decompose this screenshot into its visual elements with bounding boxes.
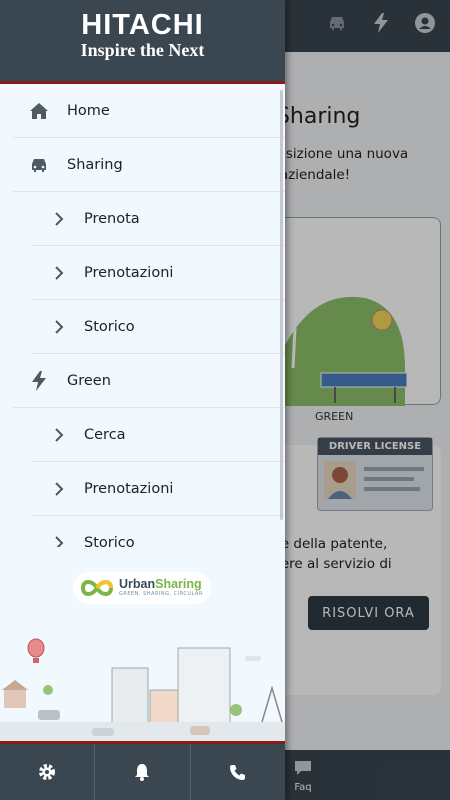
menu-label: Sharing [67, 156, 123, 173]
drawer-bottom-bar [0, 744, 285, 800]
menu-label: Prenota [84, 210, 140, 227]
brand-logo: HITACHI [81, 9, 204, 41]
menu-item-green[interactable]: Green [13, 354, 285, 408]
menu-label: Cerca [84, 426, 126, 443]
menu-label: Storico [84, 534, 135, 548]
infinity-logo-icon [80, 580, 114, 596]
menu-label: Prenotazioni [84, 480, 174, 497]
chevron-right-icon [50, 423, 68, 447]
menu-item-green-storico[interactable]: Storico [32, 516, 285, 547]
menu-label: Home [67, 102, 110, 119]
phone-icon [230, 764, 246, 780]
car-icon [27, 153, 51, 177]
bell-icon [135, 764, 150, 781]
menu-scrollbar[interactable] [280, 90, 283, 520]
menu-item-storico[interactable]: Storico [32, 300, 285, 354]
notifications-button[interactable] [95, 744, 191, 800]
chevron-right-icon [50, 207, 68, 231]
gear-icon [39, 764, 56, 780]
brand-tagline: Inspire the Next [80, 40, 205, 60]
chevron-right-icon [50, 261, 68, 285]
logo-subtitle: GREEN, SHARING, CIRCULAR [119, 591, 203, 597]
menu-item-prenota[interactable]: Prenota [32, 192, 285, 246]
urbansharing-logo: UrbanSharing GREEN, SHARING, CIRCULAR [73, 572, 211, 604]
city-illustration [0, 638, 285, 742]
chevron-right-icon [50, 477, 68, 501]
home-icon [27, 99, 51, 123]
menu-label: Storico [84, 318, 135, 335]
drawer-header: HITACHI Inspire the Next [0, 0, 285, 84]
menu-label: Prenotazioni [84, 264, 174, 281]
chevron-right-icon [50, 315, 68, 339]
lightning-icon [27, 369, 51, 393]
menu-item-prenotazioni[interactable]: Prenotazioni [32, 246, 285, 300]
menu-item-green-prenotazioni[interactable]: Prenotazioni [32, 462, 285, 516]
logo-wordmark: UrbanSharing [119, 577, 202, 591]
call-button[interactable] [191, 744, 285, 800]
menu-label: Green [67, 372, 111, 389]
navigation-drawer: HITACHI Inspire the Next Home Sharing Pr… [0, 0, 285, 800]
chevron-right-icon [50, 531, 68, 547]
drawer-menu: Home Sharing Prenota Prenotazioni Storic… [0, 84, 285, 547]
menu-item-sharing[interactable]: Sharing [13, 138, 285, 192]
menu-item-cerca[interactable]: Cerca [32, 408, 285, 462]
menu-item-home[interactable]: Home [13, 84, 285, 138]
settings-button[interactable] [0, 744, 96, 800]
